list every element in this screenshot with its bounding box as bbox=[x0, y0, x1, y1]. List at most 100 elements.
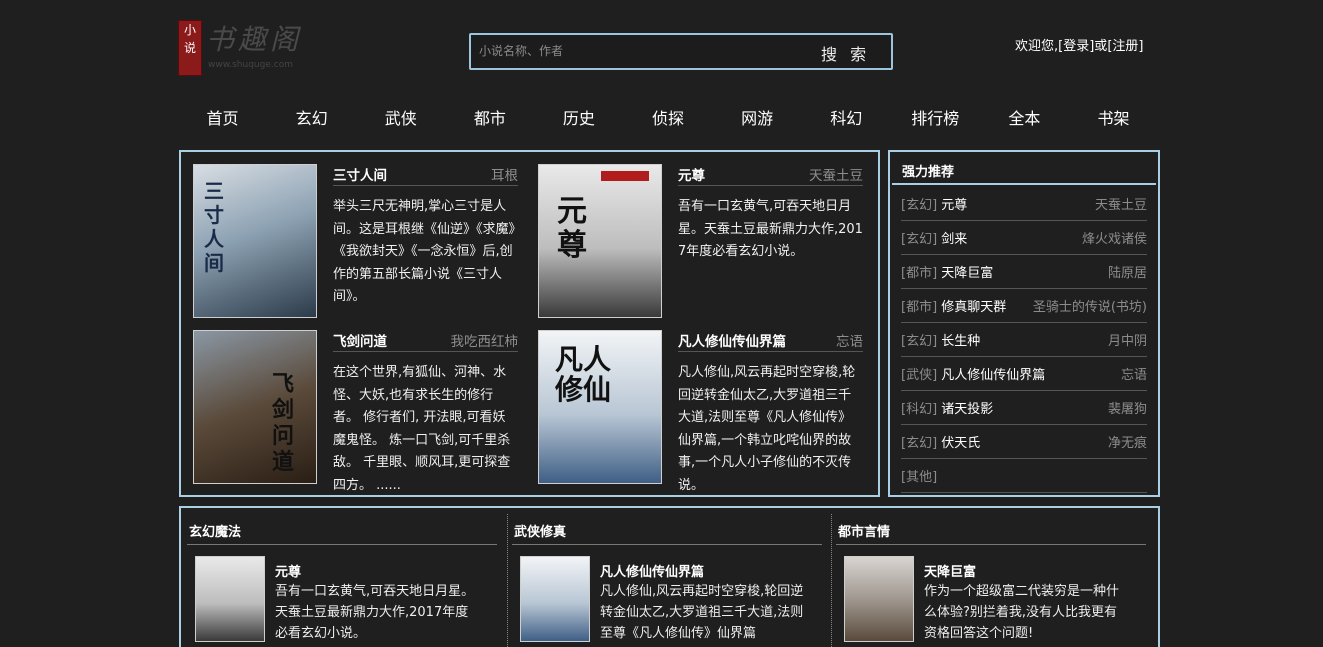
cover-title: 三寸人间 bbox=[204, 179, 224, 275]
search-box: 搜 索 bbox=[469, 33, 893, 70]
cover-title: 元尊 bbox=[557, 194, 587, 263]
item-author: 净无痕 bbox=[1107, 436, 1147, 451]
item-category: [玄幻] bbox=[901, 436, 938, 451]
category-title[interactable]: 武侠修真 bbox=[514, 521, 566, 540]
nav-item-wuxia[interactable]: 武侠 bbox=[356, 106, 445, 132]
divider bbox=[187, 544, 497, 545]
search-button[interactable]: 搜 索 bbox=[821, 41, 870, 65]
or-text: 或 bbox=[1094, 39, 1108, 54]
book-description: 作为一个超级富二代装穷是一种什么体验?别拦着我,没有人比我更有资格回答这个问题! bbox=[924, 584, 1120, 641]
book-cover[interactable]: 三寸人间 bbox=[193, 164, 317, 318]
book-title[interactable]: 凡人修仙传仙界篇 bbox=[678, 330, 786, 350]
nav-item-dushi[interactable]: 都市 bbox=[445, 106, 534, 132]
item-author: 月中阴 bbox=[1107, 334, 1147, 349]
featured-book: 元尊 元尊 天蚕土豆 吾有一口玄黄气,可吞天地日月星。天蚕土豆最新鼎力大作,20… bbox=[538, 164, 863, 319]
item-title[interactable]: 修真聊天群 bbox=[941, 300, 1006, 315]
list-item: [武侠] 凡人修仙传仙界篇 忘语 bbox=[901, 357, 1147, 391]
main-nav: 首页 玄幻 武侠 都市 历史 侦探 网游 科幻 排行榜 全本 书架 bbox=[178, 106, 1158, 132]
welcome-text: 欢迎您, bbox=[1015, 39, 1059, 54]
book-title[interactable]: 元尊 bbox=[678, 164, 705, 184]
nav-item-bookshelf[interactable]: 书架 bbox=[1069, 106, 1158, 132]
book-author: 天蚕土豆 bbox=[809, 168, 863, 184]
cover-badge bbox=[601, 171, 649, 181]
item-category: [都市] bbox=[901, 266, 938, 281]
login-link[interactable]: [登录] bbox=[1058, 39, 1094, 54]
featured-book: 三寸人间 三寸人间 耳根 举头三尺无神明,掌心三寸是人间。这是耳根继《仙逆》《求… bbox=[193, 164, 518, 319]
book-title[interactable]: 凡人修仙传仙界篇 bbox=[600, 561, 704, 580]
item-category: [都市] bbox=[901, 300, 938, 315]
item-author: 忘语 bbox=[1120, 368, 1147, 383]
item-author: 天蚕土豆 bbox=[1094, 198, 1147, 213]
item-title[interactable]: 长生种 bbox=[941, 334, 980, 349]
book-description: 凡人修仙,风云再起时空穿梭,轮回逆转金仙太乙,大罗道祖三千大道,法则至尊《凡人修… bbox=[678, 365, 856, 493]
recommend-panel: 强力推荐 [玄幻] 元尊 天蚕土豆 [玄幻] 剑来 烽火戏诸侯 [都市] 天降巨富 陆… bbox=[888, 150, 1160, 497]
list-item: [科幻] 诸天投影 裴屠狗 bbox=[901, 391, 1147, 425]
list-item: [玄幻] 元尊 天蚕土豆 bbox=[901, 187, 1147, 221]
divider bbox=[512, 544, 822, 545]
user-bar: 欢迎您,[登录]或[注册] bbox=[1015, 35, 1143, 54]
nav-item-xuanhuan[interactable]: 玄幻 bbox=[267, 106, 356, 132]
item-title[interactable]: 诸天投影 bbox=[941, 402, 993, 417]
book-description: 吾有一口玄黄气,可吞天地日月星。天蚕土豆最新鼎力大作,2017年度必看玄幻小说。 bbox=[275, 584, 475, 641]
book-description: 吾有一口玄黄气,可吞天地日月星。天蚕土豆最新鼎力大作,2017年度必看玄幻小说。 bbox=[678, 199, 863, 259]
nav-item-ranking[interactable]: 排行榜 bbox=[891, 106, 980, 132]
item-title[interactable]: 凡人修仙传仙界篇 bbox=[941, 368, 1045, 383]
list-item: [都市] 天降巨富 陆原居 bbox=[901, 255, 1147, 289]
site-logo[interactable]: 小说 书趣阁 www.shuquge.com bbox=[178, 18, 303, 76]
book-cover[interactable] bbox=[195, 556, 265, 642]
register-link[interactable]: [注册] bbox=[1107, 39, 1143, 54]
nav-item-lishi[interactable]: 历史 bbox=[534, 106, 623, 132]
category-panel: 玄幻魔法 元尊 吾有一口玄黄气,可吞天地日月星。天蚕土豆最新鼎力大作,2017年… bbox=[179, 506, 1160, 647]
book-title[interactable]: 飞剑问道 bbox=[333, 330, 387, 350]
divider bbox=[836, 544, 1146, 545]
nav-item-home[interactable]: 首页 bbox=[178, 106, 267, 132]
featured-book: 飞剑问道 飞剑问道 我吃西红柿 在这个世界,有狐仙、河神、水怪、大妖,也有求长生… bbox=[193, 330, 519, 493]
list-item: [玄幻] 伏天氏 净无痕 bbox=[901, 425, 1147, 459]
featured-panel: 三寸人间 三寸人间 耳根 举头三尺无神明,掌心三寸是人间。这是耳根继《仙逆》《求… bbox=[179, 150, 880, 497]
book-title[interactable]: 元尊 bbox=[275, 561, 301, 580]
recommend-list: [玄幻] 元尊 天蚕土豆 [玄幻] 剑来 烽火戏诸侯 [都市] 天降巨富 陆原居 [都… bbox=[901, 187, 1147, 493]
category-title[interactable]: 玄幻魔法 bbox=[189, 521, 241, 540]
nav-item-complete[interactable]: 全本 bbox=[980, 106, 1069, 132]
logo-seal: 小说 bbox=[178, 20, 202, 76]
list-item: [都市] 修真聊天群 圣骑士的传说(书坊) bbox=[901, 289, 1147, 323]
item-category: [其他] bbox=[901, 470, 938, 485]
category-column: 玄幻魔法 元尊 吾有一口玄黄气,可吞天地日月星。天蚕土豆最新鼎力大作,2017年… bbox=[181, 508, 499, 647]
item-title[interactable]: 元尊 bbox=[941, 198, 967, 213]
book-description: 在这个世界,有狐仙、河神、水怪、大妖,也有求长生的修行者。 修行者们, 开法眼,… bbox=[333, 365, 511, 493]
logo-url: www.shuquge.com bbox=[208, 60, 293, 70]
category-column: 武侠修真 凡人修仙传仙界篇 凡人修仙,风云再起时空穿梭,轮回逆转金仙太乙,大罗道… bbox=[506, 508, 824, 647]
book-cover[interactable]: 元尊 bbox=[538, 164, 662, 318]
book-author: 我吃西红柿 bbox=[450, 334, 519, 350]
item-author: 陆原居 bbox=[1107, 266, 1147, 281]
item-title[interactable]: 伏天氏 bbox=[941, 436, 980, 451]
item-author: 圣骑士的传说(书坊) bbox=[1032, 300, 1147, 315]
search-input[interactable] bbox=[477, 40, 811, 62]
divider bbox=[892, 183, 1156, 185]
item-category: [科幻] bbox=[901, 402, 938, 417]
book-title[interactable]: 三寸人间 bbox=[333, 164, 387, 184]
list-item: [其他] bbox=[901, 459, 1147, 493]
book-cover[interactable]: 凡人修仙 bbox=[538, 330, 662, 484]
item-title[interactable]: 剑来 bbox=[941, 232, 967, 247]
item-title[interactable]: 天降巨富 bbox=[941, 266, 993, 281]
item-category: [玄幻] bbox=[901, 198, 938, 213]
featured-book: 凡人修仙 凡人修仙传仙界篇 忘语 凡人修仙,风云再起时空穿梭,轮回逆转金仙太乙,… bbox=[538, 330, 863, 493]
book-cover[interactable] bbox=[520, 556, 590, 642]
logo-text: 书趣阁 bbox=[206, 23, 303, 56]
book-author: 忘语 bbox=[836, 334, 863, 350]
nav-item-wangyou[interactable]: 网游 bbox=[713, 106, 802, 132]
book-title[interactable]: 天降巨富 bbox=[924, 561, 976, 580]
nav-item-zhentan[interactable]: 侦探 bbox=[623, 106, 712, 132]
item-category: [武侠] bbox=[901, 368, 938, 383]
item-category: [玄幻] bbox=[901, 334, 938, 349]
book-description: 举头三尺无神明,掌心三寸是人间。这是耳根继《仙逆》《求魔》《我欲封天》《一念永恒… bbox=[333, 199, 516, 304]
item-author: 裴屠狗 bbox=[1107, 402, 1147, 417]
item-category: [玄幻] bbox=[901, 232, 938, 247]
category-title[interactable]: 都市言情 bbox=[838, 521, 890, 540]
book-author: 耳根 bbox=[491, 168, 518, 184]
nav-item-kehuan[interactable]: 科幻 bbox=[802, 106, 891, 132]
book-cover[interactable] bbox=[844, 556, 914, 642]
book-cover[interactable]: 飞剑问道 bbox=[193, 330, 317, 484]
cover-title: 凡人修仙 bbox=[555, 343, 612, 406]
